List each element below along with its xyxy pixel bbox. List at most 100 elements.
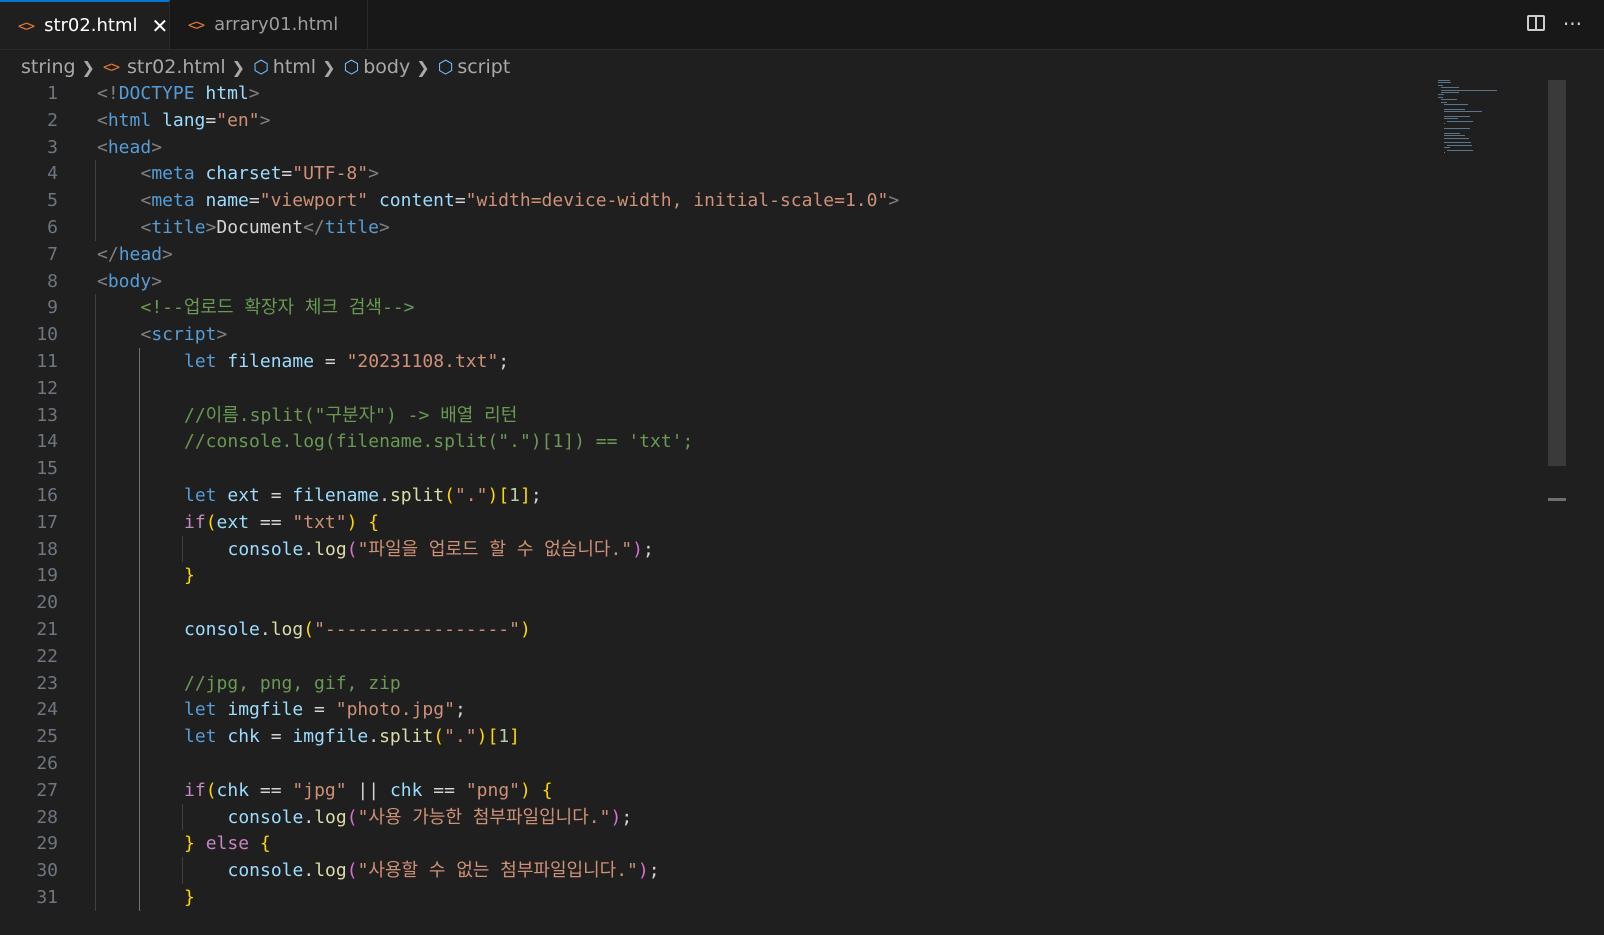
code-line[interactable]: 22 (0, 642, 1450, 670)
code-line[interactable]: 31} (0, 884, 1450, 911)
code-line[interactable]: 19} (0, 562, 1450, 590)
code-line[interactable]: 6 <title>Document</title> (0, 214, 1450, 241)
code-line[interactable]: 5 <meta name="viewport" content="width=de… (0, 187, 1450, 214)
code-text: //console.log(filename.split(".")[1]) ==… (184, 428, 693, 455)
code-token: ( (205, 511, 217, 533)
code-token: if (184, 779, 206, 801)
code-token: = (303, 699, 336, 721)
breadcrumb-item-body[interactable]: ⬡ body (343, 56, 410, 78)
code-line[interactable]: 10 <script> (0, 321, 1450, 348)
code-text: <meta charset="UTF-8"> (141, 160, 379, 187)
line-number: 27 (36, 779, 58, 801)
code-editor[interactable]: 1 <!DOCTYPE html> 2 <html lang="en"> 3 <head>… (0, 80, 1604, 935)
code-line[interactable]: 4 <meta charset="UTF-8"> (0, 160, 1450, 188)
minimap-line (1438, 80, 1450, 81)
code-line[interactable]: 13 //이름.split("구분자") -> 배열 리턴 (0, 401, 1450, 429)
code-token: } (184, 833, 195, 855)
code-token: < (140, 163, 152, 185)
code-line[interactable]: 12 (0, 374, 1450, 402)
tab-str02[interactable]: <> str02.html ✕ (0, 0, 170, 49)
code-token: ) (520, 779, 531, 801)
code-token: ] (520, 485, 531, 506)
minimap-line (1438, 96, 1443, 98)
code-token: ; (498, 351, 510, 372)
breadcrumb-item-script[interactable]: ⬡ script (438, 56, 511, 78)
code-line[interactable]: 15 (0, 455, 1450, 482)
code-line[interactable]: 20 (0, 589, 1450, 616)
line-number: 6 (47, 217, 58, 238)
code-line[interactable]: 16 let ext = filename.split(".")[1]; (0, 482, 1450, 509)
tab-label: str02.html (44, 15, 138, 36)
code-line[interactable]: 23 //jpg, png, gif, zip (0, 669, 1450, 697)
line-number: 30 (36, 860, 58, 882)
close-icon[interactable]: ✕ (152, 14, 169, 38)
indent-guide (95, 535, 96, 563)
code-line[interactable]: 24 let imgfile = "photo.jpg"; (0, 696, 1450, 724)
code-token: lang (162, 109, 206, 131)
code-line[interactable]: 17 if(ext == "txt") { (0, 508, 1450, 536)
breadcrumb-item-string[interactable]: string (21, 56, 76, 78)
indent-guide (95, 696, 96, 724)
code-line[interactable]: 18 console.log("파일을 업로드 할 수 없습니다."); (0, 535, 1450, 563)
code-line[interactable]: 30 console.log("사용할 수 없는 첨부파일입니다."); (0, 857, 1450, 884)
code-token: > (888, 190, 900, 212)
code-token: log (314, 806, 347, 828)
line-number: 19 (36, 565, 58, 587)
code-token: DOCTYPE (118, 83, 195, 104)
tab-arrary01[interactable]: <> arrary01.html (170, 0, 368, 49)
minimap-line (1444, 132, 1460, 134)
code-line[interactable]: 26 (0, 750, 1450, 777)
more-actions-icon[interactable]: ··· (1563, 12, 1582, 36)
minimap-line (1444, 111, 1482, 113)
code-line[interactable]: 3 <head> (0, 134, 1450, 161)
code-token: "jpg" (292, 779, 347, 801)
symbol-cube-icon: ⬡ (437, 56, 454, 78)
code-text: let chk = imgfile.split(".")[1] (184, 723, 520, 750)
code-token: [ (498, 485, 510, 506)
code-token: console (227, 806, 304, 828)
code-line[interactable]: 27 if(chk == "jpg" || chk == "png") { (0, 776, 1450, 804)
code-line[interactable]: 9 <!--업로드 확장자 체크 검색--> (0, 294, 1450, 322)
indent-guide (182, 535, 183, 563)
split-editor-icon[interactable] (1526, 15, 1545, 31)
code-token: 1 (509, 485, 521, 506)
code-line[interactable]: 1 <!DOCTYPE html> (0, 80, 1450, 107)
breadcrumb-label: str02.html (127, 56, 226, 78)
code-line[interactable]: 8 <body> (0, 268, 1450, 295)
indent-guide (182, 803, 183, 831)
vertical-scrollbar[interactable] (1548, 80, 1566, 466)
code-line[interactable]: 11 let filename = "20231108.txt"; (0, 348, 1450, 375)
breadcrumb-label: script (457, 56, 511, 78)
code-line[interactable]: 2 <html lang="en"> (0, 107, 1450, 134)
code-token: imgfile (292, 726, 369, 748)
minimap-line (1444, 104, 1468, 105)
indent-guide (138, 482, 140, 509)
breadcrumb-item-html[interactable]: ⬡ html (253, 56, 316, 78)
code-token: > (216, 324, 228, 346)
code-line[interactable]: 7 </head> (0, 241, 1450, 268)
code-token: ( (433, 726, 445, 748)
indent-guide (138, 642, 140, 670)
code-line[interactable]: 28 console.log("사용 가능한 첨부파일입니다."); (0, 803, 1450, 831)
code-token: console (227, 538, 304, 560)
code-token: console (184, 619, 260, 640)
code-token: ) (610, 806, 622, 828)
line-number: 15 (36, 458, 58, 480)
code-line[interactable]: 21 console.log("-----------------") (0, 616, 1450, 643)
code-token: split (379, 726, 434, 748)
indent-guide (95, 160, 96, 188)
code-token: </ (303, 217, 325, 238)
indent-guide (138, 562, 140, 590)
code-line[interactable]: 14 //console.log(filename.split(".")[1]) … (0, 428, 1450, 456)
code-line[interactable]: 25 let chk = imgfile.split(".")[1] (0, 723, 1450, 750)
breadcrumb-item-file[interactable]: <> str02.html (103, 56, 226, 78)
minimap[interactable] (1438, 80, 1518, 160)
code-token: ( (205, 779, 217, 801)
code-text: console.log("사용 가능한 첨부파일입니다."); (228, 804, 633, 831)
code-token: ( (346, 860, 358, 882)
code-line[interactable]: 29} else { (0, 830, 1450, 858)
code-token: ( (303, 619, 315, 640)
